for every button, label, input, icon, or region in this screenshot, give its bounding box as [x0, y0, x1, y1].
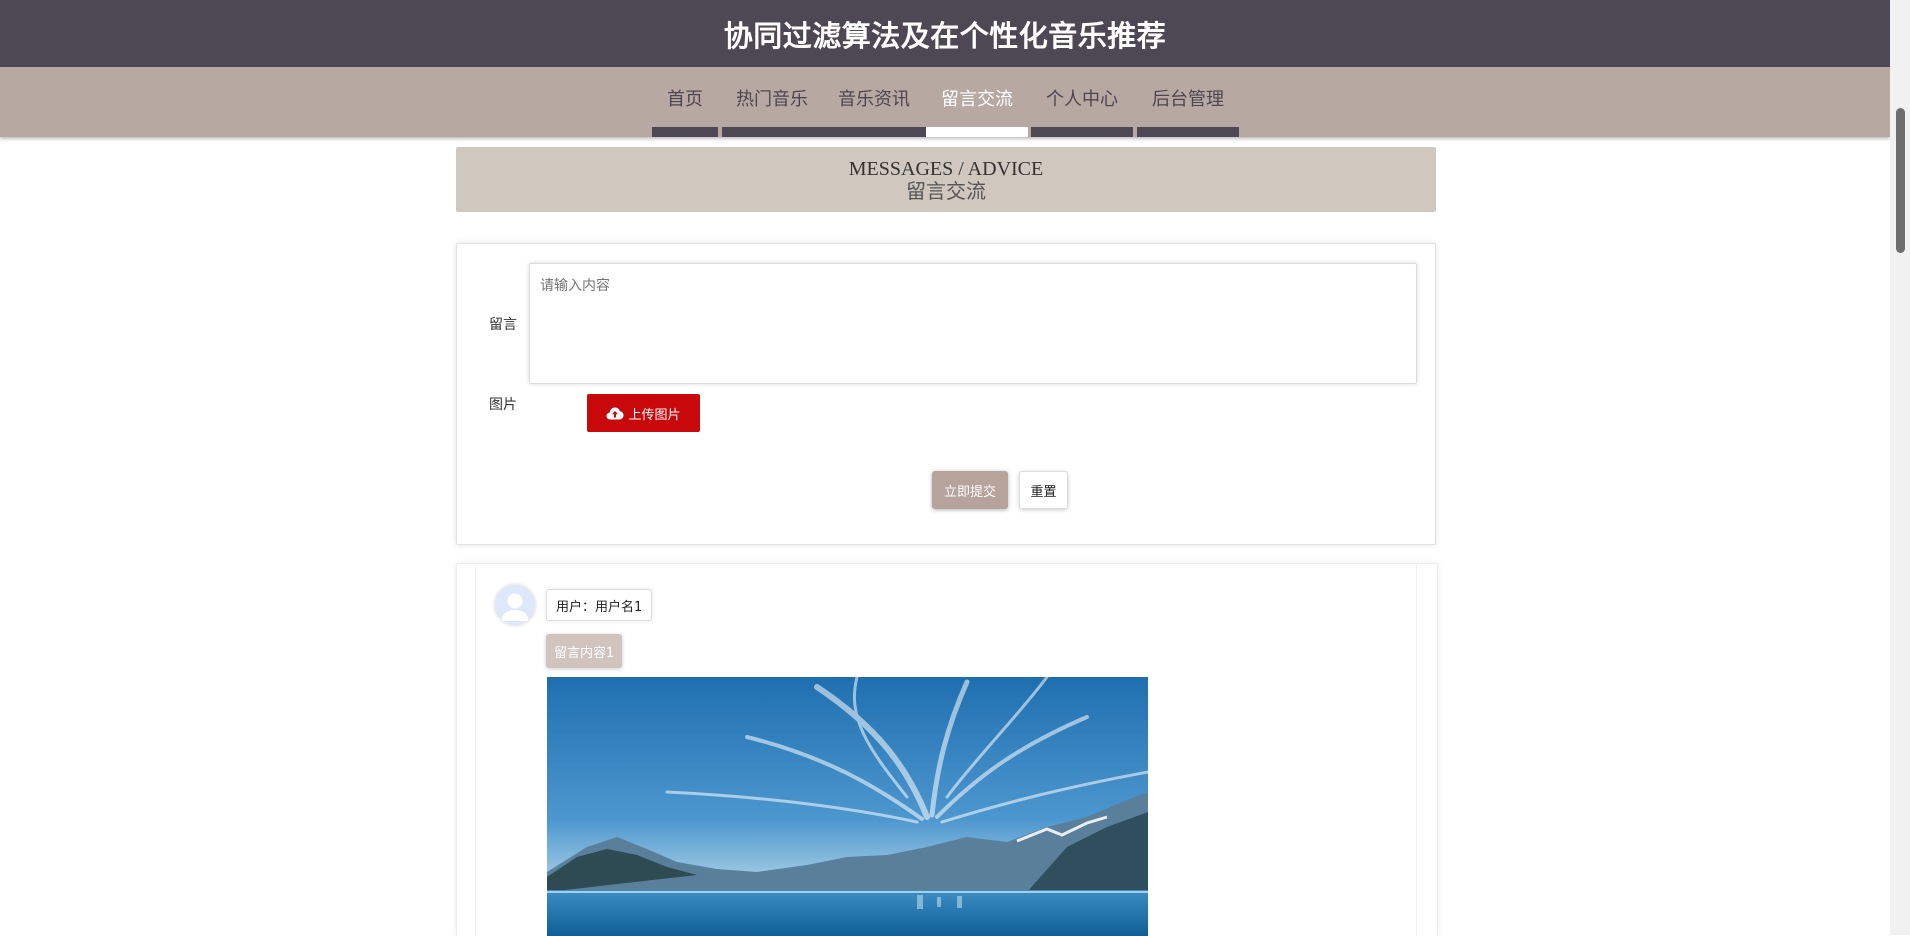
cloud-upload-icon [606, 407, 624, 420]
site-header: 协同过滤算法及在个性化音乐推荐 [0, 0, 1890, 67]
nav-underline [822, 127, 926, 137]
nav-item-music-news[interactable]: 音乐资讯 [822, 67, 926, 137]
reset-button[interactable]: 重置 [1019, 471, 1068, 509]
comment-content: 留言内容1 [546, 634, 623, 668]
comment-item: 用户：用户名1 留言内容1 [475, 564, 1417, 936]
comment-username: 用户：用户名1 [546, 589, 653, 621]
nav-underline [1031, 127, 1133, 137]
nav-item-hot-music[interactable]: 热门音乐 [722, 67, 822, 137]
lake-mountain-photo [547, 677, 1148, 936]
nav-label: 个人中心 [1046, 89, 1118, 110]
message-form: 留言 图片 上传图片 立即提交 重置 [456, 243, 1436, 545]
submit-button[interactable]: 立即提交 [932, 471, 1008, 509]
upload-image-button[interactable]: 上传图片 [587, 394, 700, 432]
site-title: 协同过滤算法及在个性化音乐推荐 [723, 18, 1167, 53]
scrollbar-thumb[interactable] [1896, 108, 1905, 253]
banner-title-cn: 留言交流 [906, 181, 986, 203]
nav-underline [652, 127, 718, 137]
message-textarea[interactable] [529, 263, 1417, 384]
nav-underline [722, 127, 822, 137]
nav-item-admin[interactable]: 后台管理 [1137, 67, 1239, 137]
nav-underline [926, 127, 1028, 137]
user-avatar-icon [495, 585, 535, 625]
nav-item-home[interactable]: 首页 [652, 67, 718, 137]
nav-item-messages[interactable]: 留言交流 [926, 67, 1028, 137]
nav-label: 音乐资讯 [838, 89, 910, 110]
banner-title-en: MESSAGES / ADVICE [848, 158, 1044, 180]
comment-list: 用户：用户名1 留言内容1 [456, 563, 1438, 936]
image-label: 图片 [489, 397, 517, 413]
avatar [495, 585, 535, 625]
section-banner: MESSAGES / ADVICE 留言交流 [456, 147, 1436, 212]
upload-label: 上传图片 [628, 407, 681, 423]
nav-label: 热门音乐 [736, 89, 808, 110]
message-label: 留言 [489, 317, 517, 333]
main-nav: 首页 热门音乐 音乐资讯 留言交流 个人中心 后台管理 [0, 67, 1890, 137]
nav-item-personal-center[interactable]: 个人中心 [1031, 67, 1133, 137]
nav-underline [1137, 127, 1239, 137]
nav-label: 留言交流 [941, 89, 1013, 110]
nav-label: 首页 [667, 89, 703, 110]
scrollbar[interactable] [1890, 0, 1910, 935]
nav-label: 后台管理 [1152, 89, 1224, 110]
comment-image [547, 677, 1148, 936]
